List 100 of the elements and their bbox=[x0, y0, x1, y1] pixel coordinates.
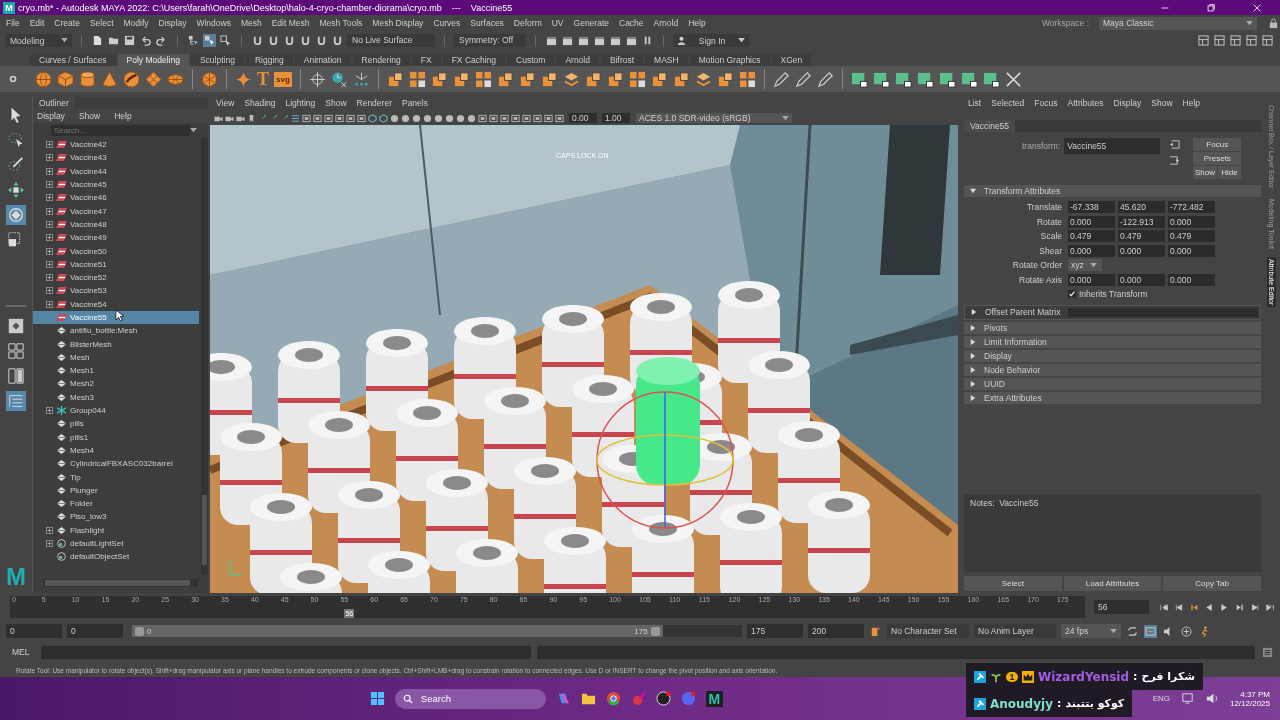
grid-icon[interactable] bbox=[628, 70, 646, 88]
menu-item[interactable]: Mesh Display bbox=[372, 18, 424, 28]
notes-field[interactable]: Notes: Vaccine55 bbox=[964, 494, 1261, 572]
expand-icon[interactable] bbox=[46, 287, 53, 295]
maya-app-icon[interactable]: M bbox=[705, 690, 723, 707]
quad-layout-icon[interactable] bbox=[6, 341, 26, 361]
shelf-tab[interactable]: FX bbox=[411, 54, 441, 66]
menu-item[interactable]: Show bbox=[1151, 98, 1173, 110]
menu-item[interactable]: Edit Mesh bbox=[271, 18, 310, 28]
square-shape-icon[interactable] bbox=[850, 70, 868, 88]
menu-item[interactable]: Edit bbox=[29, 18, 45, 28]
square-shape-icon[interactable] bbox=[960, 70, 978, 88]
layout-icon[interactable] bbox=[1261, 34, 1274, 47]
menu-item[interactable]: Surfaces bbox=[470, 18, 504, 28]
collapse-triangle-icon[interactable] bbox=[970, 188, 976, 194]
shelf-tab[interactable]: XGen bbox=[771, 54, 812, 66]
section-header[interactable]: Display bbox=[964, 349, 1261, 362]
expand-triangle-icon[interactable] bbox=[970, 380, 976, 387]
shelf-tab[interactable]: Sculpting bbox=[190, 54, 244, 66]
panel-icon[interactable] bbox=[500, 113, 509, 123]
outliner-item[interactable]: Plso_low3 bbox=[33, 510, 199, 524]
menu-item[interactable]: Display bbox=[158, 18, 187, 28]
pen-icon[interactable] bbox=[794, 70, 812, 88]
magnet-icon[interactable] bbox=[283, 34, 296, 47]
shelf-tab[interactable]: Animation bbox=[294, 54, 351, 66]
outliner-item[interactable]: Tip bbox=[33, 470, 199, 484]
panel-icon[interactable] bbox=[555, 113, 564, 123]
outliner-item[interactable]: defaultLightSet bbox=[33, 536, 199, 551]
clapperboard-icon[interactable] bbox=[577, 34, 590, 47]
menu-item[interactable]: Panels bbox=[401, 98, 428, 110]
menu-item[interactable]: Windows bbox=[196, 18, 231, 28]
menu-item[interactable]: Curves bbox=[433, 18, 461, 28]
layout-icon[interactable] bbox=[1213, 34, 1226, 47]
outliner-item[interactable]: Vaccine48 bbox=[33, 217, 199, 232]
block-icon[interactable] bbox=[606, 70, 624, 88]
outliner-item[interactable]: BlisterMesh bbox=[33, 337, 199, 351]
layout-icon[interactable] bbox=[1197, 34, 1210, 47]
expand-icon[interactable] bbox=[46, 194, 53, 202]
menu-item[interactable]: Focus bbox=[1034, 98, 1058, 110]
checkbox[interactable] bbox=[1068, 290, 1076, 299]
menu-item[interactable]: Attributes bbox=[1067, 98, 1104, 110]
cache-playback-icon[interactable] bbox=[1144, 624, 1157, 638]
menu-item[interactable]: Show bbox=[325, 98, 347, 110]
outliner-item[interactable]: antiflu_bottle:Mesh bbox=[33, 324, 199, 338]
grid-icon[interactable] bbox=[738, 70, 756, 88]
exposure-field[interactable]: 0.00 bbox=[569, 113, 597, 123]
expand-triangle-icon[interactable] bbox=[970, 394, 976, 401]
shelf-tab[interactable]: Rigging bbox=[245, 54, 293, 66]
search-field[interactable]: Search... bbox=[51, 125, 190, 136]
expand-icon[interactable] bbox=[46, 540, 53, 548]
expand-triangle-icon[interactable] bbox=[970, 366, 976, 373]
outliner-item[interactable]: Vaccine46 bbox=[33, 191, 199, 205]
playback-end-field[interactable]: 175 bbox=[747, 624, 803, 638]
record-app-icon[interactable] bbox=[655, 691, 671, 706]
outliner-item[interactable]: pills1 bbox=[33, 430, 199, 444]
shelf-tab[interactable]: Custom bbox=[507, 54, 555, 66]
expand-icon[interactable] bbox=[46, 154, 53, 162]
number-field[interactable]: 0.479 bbox=[1118, 230, 1165, 243]
menu-item[interactable]: Help bbox=[688, 18, 706, 28]
pen-icon[interactable] bbox=[816, 70, 834, 88]
number-field[interactable]: 0.000 bbox=[1068, 215, 1115, 228]
auto-key-icon[interactable] bbox=[869, 624, 882, 638]
rotate-tool-icon[interactable] bbox=[6, 205, 26, 225]
menu-item[interactable]: Lighting bbox=[285, 98, 316, 110]
maximize-icon[interactable] bbox=[1206, 2, 1216, 13]
clapperboard-icon[interactable] bbox=[625, 34, 638, 47]
outliner-item[interactable]: Folder bbox=[33, 497, 199, 511]
expand-icon[interactable] bbox=[46, 407, 53, 415]
shelf-tab[interactable]: Bifrost bbox=[600, 54, 644, 66]
menu-item[interactable]: Mesh bbox=[240, 18, 262, 28]
block-icon[interactable] bbox=[672, 70, 690, 88]
input-connection-icon[interactable] bbox=[1168, 138, 1182, 151]
block-icon[interactable] bbox=[430, 70, 448, 88]
panel-icon[interactable] bbox=[511, 113, 520, 123]
cube-icon[interactable] bbox=[57, 70, 74, 88]
browser-icon[interactable] bbox=[605, 691, 621, 706]
layout-icon[interactable] bbox=[1229, 34, 1242, 47]
network-icon[interactable] bbox=[1179, 691, 1195, 706]
expand-triangle-icon[interactable] bbox=[970, 338, 976, 345]
number-field[interactable]: 0.000 bbox=[1168, 273, 1215, 286]
expand-icon[interactable] bbox=[46, 247, 53, 255]
menu-item[interactable]: Help bbox=[1182, 98, 1200, 110]
anim-layer-dropdown[interactable]: No Anim Layer bbox=[974, 624, 1056, 638]
expand-triangle-icon[interactable] bbox=[971, 309, 977, 315]
magnet-icon[interactable] bbox=[315, 34, 328, 47]
menu-item[interactable]: UV bbox=[551, 18, 564, 28]
script-editor-icon[interactable] bbox=[1261, 645, 1274, 659]
stack-icon[interactable] bbox=[694, 70, 712, 88]
menu-item[interactable]: Mesh Tools bbox=[319, 18, 363, 28]
expand-icon[interactable] bbox=[46, 220, 53, 228]
outliner-item[interactable]: Vaccine51 bbox=[33, 257, 199, 271]
range-slider[interactable]: 0 175 bbox=[132, 625, 742, 637]
outliner-item[interactable]: Mesh2 bbox=[33, 377, 199, 391]
mode-dropdown[interactable]: Modeling bbox=[6, 34, 72, 47]
grid-icon[interactable] bbox=[474, 70, 492, 88]
editor-button[interactable]: Focus bbox=[1193, 138, 1242, 151]
outliner-tab[interactable]: Outliner bbox=[33, 97, 75, 109]
block-icon[interactable] bbox=[452, 70, 470, 88]
output-connection-icon[interactable] bbox=[1168, 154, 1182, 167]
outliner-item[interactable]: Vaccine53 bbox=[33, 284, 199, 298]
